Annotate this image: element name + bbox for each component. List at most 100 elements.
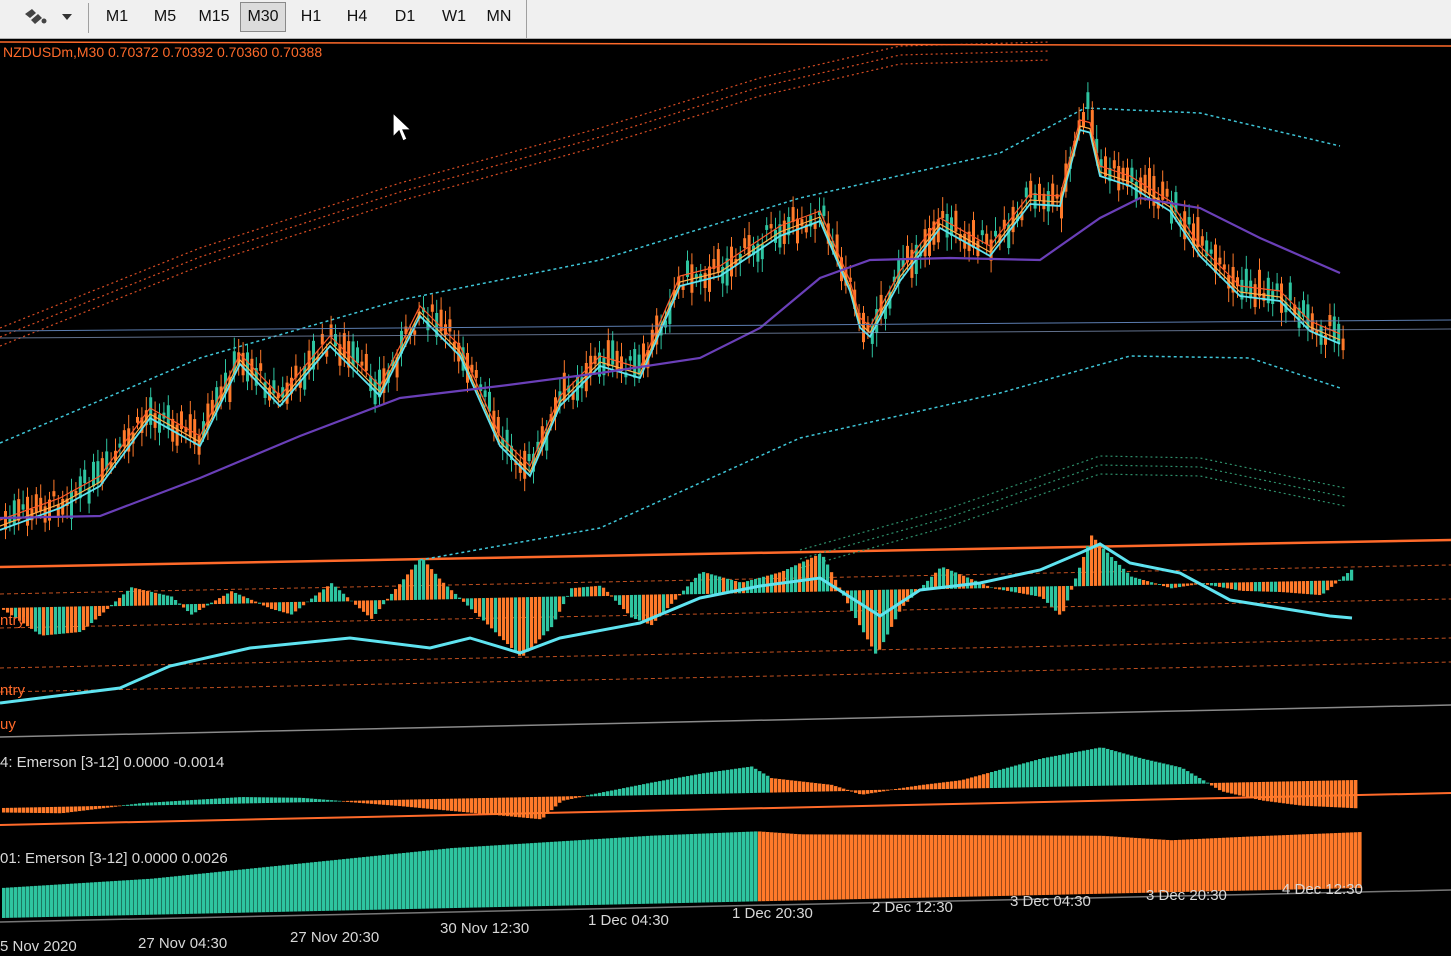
oscillator-histogram-bar (554, 596, 558, 620)
indicator-2-bar (1110, 836, 1114, 894)
oscillator-histogram-bar (718, 576, 722, 594)
oscillator-histogram-bar (310, 598, 314, 603)
indicator-2-bar (1174, 840, 1178, 893)
chart-canvas[interactable] (0, 38, 1451, 956)
timeframe-m15-button[interactable]: M15 (191, 2, 237, 32)
indicator-1-bar (1030, 761, 1034, 788)
indicator-1-bar (826, 784, 830, 792)
candle-body (637, 354, 641, 375)
indicator-1-bar (670, 778, 674, 795)
oscillator-histogram-bar (410, 569, 414, 601)
indicator-2-bar (694, 833, 698, 903)
indicator-2-bar (574, 840, 578, 906)
oscillator-histogram-bar (830, 572, 834, 592)
indicator-1-bar (1350, 780, 1354, 809)
timeframe-h4-button[interactable]: H4 (334, 2, 380, 32)
indicator-2-bar (478, 846, 482, 908)
oscillator-histogram-bar (1230, 582, 1234, 590)
oscillator-histogram-bar (326, 586, 330, 602)
indicator-1-bar (698, 773, 702, 795)
indicator-2-bar (46, 885, 50, 917)
indicator-1-bar (754, 768, 758, 793)
oscillator-histogram-bar (670, 594, 674, 604)
oscillator-histogram-bar (606, 591, 610, 596)
indicator-2-bar (714, 833, 718, 903)
timeframe-h1-button[interactable]: H1 (288, 2, 334, 32)
indicator-2-bar (794, 833, 798, 901)
timeframe-w1-button[interactable]: W1 (431, 2, 477, 32)
indicator-2-bar (830, 834, 834, 900)
oscillator-histogram-bar (298, 601, 302, 609)
indicator-2-bar (418, 851, 422, 909)
oscillator-histogram-bar (286, 602, 290, 614)
indicator-2-bar (662, 835, 666, 904)
oscillator-histogram-bar (1278, 581, 1282, 592)
oscillator-histogram-bar (602, 587, 606, 597)
indicator-2-bar (1222, 837, 1226, 892)
indicator-1-bar (1190, 773, 1194, 784)
indicator-2-bar (934, 834, 938, 898)
indicator-2-bar (78, 883, 82, 917)
indicator-2-bar (426, 850, 430, 909)
oscillator-histogram-bar (854, 590, 858, 619)
lower-green-band-1 (799, 464, 1346, 560)
oscillator-histogram-bar (542, 596, 546, 636)
oscillator-histogram-bar (1114, 560, 1118, 586)
indicator-1-bar (1014, 765, 1018, 788)
timeframe-m1-button[interactable]: M1 (94, 2, 140, 32)
indicator-1-bar (1266, 781, 1270, 802)
oscillator-histogram-bar (1146, 581, 1150, 585)
indicator-1-bar (1158, 762, 1162, 785)
indicator-1-bar (82, 806, 86, 811)
timeframe-d1-button[interactable]: D1 (382, 2, 428, 32)
indicator-2-bar (1070, 835, 1074, 895)
indicator-1-bar (886, 789, 890, 791)
indicator-2-bar (890, 834, 894, 899)
indicator-2-bar (602, 838, 606, 905)
indicator-2-bar (406, 852, 410, 910)
timeframe-m5-button[interactable]: M5 (142, 2, 188, 32)
indicator-2-bar (670, 834, 674, 904)
indicator-2-bar (286, 864, 290, 912)
indicator-1-bar (890, 789, 894, 791)
indicator-1-bar (554, 796, 558, 807)
indicator-1-bar (222, 798, 226, 804)
indicator-2-bar (1058, 835, 1062, 895)
timeframe-mn-button[interactable]: MN (476, 2, 522, 32)
oscillator-histogram-bar (118, 597, 122, 607)
oscillator-histogram-bar (814, 555, 818, 592)
chart-tools-icon[interactable] (22, 4, 52, 30)
oscillator-histogram-bar (1162, 583, 1166, 587)
indicator-1-bar (526, 797, 530, 819)
indicator-1-bar (686, 776, 690, 795)
indicator-1-bar (1306, 780, 1310, 806)
oscillator-histogram-bar (330, 583, 334, 602)
oscillator-histogram-bar (1150, 582, 1154, 585)
indicator-2-bar (130, 879, 134, 916)
oscillator-histogram-bar (1234, 582, 1238, 590)
timeframe-m30-button[interactable]: M30 (240, 2, 286, 32)
indicator-2-bar (1158, 839, 1162, 893)
indicator-1-bar (1002, 768, 1006, 788)
oscillator-histogram-bar (58, 606, 62, 634)
indicator-2-bar (802, 834, 806, 901)
oscillator-histogram-bar (222, 595, 226, 604)
oscillator-histogram-bar (1330, 580, 1334, 587)
indicator-2-bar (1142, 838, 1146, 893)
indicator-1-bar (114, 805, 118, 807)
dropdown-arrow-icon[interactable] (60, 4, 74, 30)
indicator-2-bar (498, 845, 502, 908)
oscillator-histogram-bar (1138, 578, 1142, 585)
indicator-1-bar (982, 774, 986, 789)
indicator-1-bar (314, 798, 318, 803)
indicator-2-bar (686, 834, 690, 903)
indicator-1-bar (946, 781, 950, 789)
indicator-1-bar (602, 792, 606, 797)
indicator-1-bar (830, 784, 834, 792)
indicator-1-bar (718, 770, 722, 794)
oscillator-histogram-bar (170, 596, 174, 605)
indicator-1-bar (134, 803, 138, 806)
oscillator-histogram-bar (442, 582, 446, 600)
indicator-2-bar (90, 882, 94, 917)
oscillator-histogram-bar (78, 606, 82, 633)
